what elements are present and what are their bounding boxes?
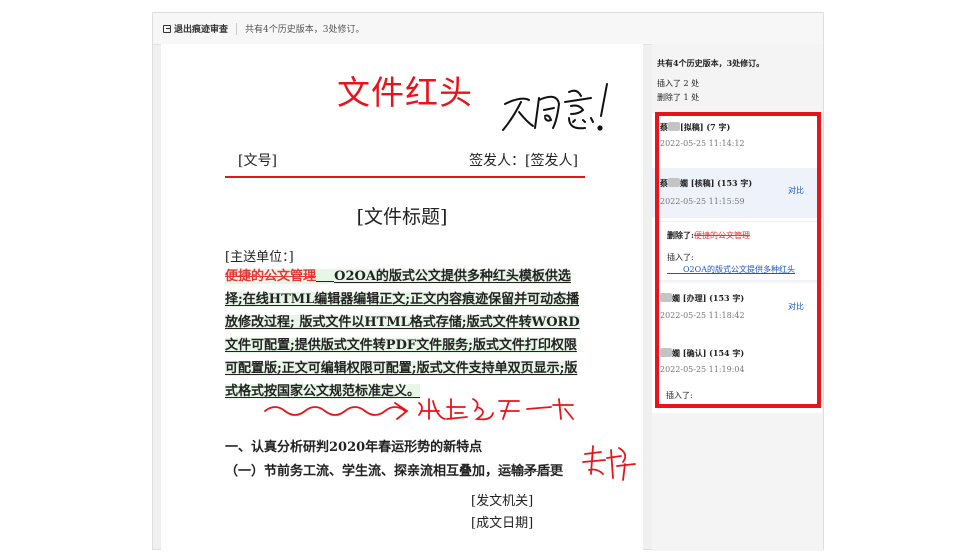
version-item[interactable]: 嫺 [确认] (154 字) 2022-05-25 11:19:04 插入了:	[652, 338, 822, 413]
signer: 签发人：[签发人]	[469, 153, 578, 169]
heading-2-struck-text: 运输矛盾更	[498, 464, 564, 479]
diff-deleted-text: 便捷的公文管理	[693, 231, 750, 240]
document-title: [文件标题]	[356, 206, 448, 228]
exit-review-button[interactable]: 退出痕迹审查	[153, 22, 228, 35]
diff-deleted-label: 删除了:	[667, 230, 694, 240]
doc-number: [文号]	[238, 153, 277, 169]
exit-icon	[163, 24, 171, 33]
version-time: 2022-05-25 11:15:59	[660, 197, 745, 206]
handwritten-disagree-annotation	[502, 83, 608, 131]
document-meta-row: [文号] 签发人：[签发人]	[238, 150, 578, 170]
version-label: 嫺 [确认] (154 字)	[672, 348, 745, 358]
recipient: [主送单位：]	[225, 250, 294, 265]
toolbar-divider	[236, 22, 238, 35]
version-author: 蔡	[660, 122, 668, 132]
last-inserted-label: 插入了:	[666, 391, 693, 400]
sidebar-summary: 共有4个历史版本，3处修订。	[657, 58, 765, 68]
document-body: 便捷的公文管理 O2OA的版式公文提供多种红头模板供选择;在线HTML编辑器编辑…	[225, 265, 585, 403]
version-label: [拟稿] (7 字)	[680, 122, 731, 132]
inserted-count: 插入了 2 处	[657, 79, 700, 88]
version-title: 蔡 嫺 [核稿] (153 字)	[660, 178, 752, 189]
revision-review-window: 退出痕迹审查 共有4个历史版本，3处修订。 文件红头 [文号] 签发人：[签发人…	[152, 12, 824, 551]
deleted-count: 删除了 1 处	[657, 93, 700, 102]
heading-1: 一、认真分析研判2020年春运形势的新特点	[225, 440, 483, 455]
version-title: 蔡 [拟稿] (7 字)	[660, 122, 730, 133]
inserted-gap	[316, 269, 335, 284]
version-time: 2022-05-25 11:19:04	[660, 365, 745, 374]
version-label: 嫺 [核稿] (153 字)	[680, 178, 753, 188]
toolbar-summary: 共有4个历史版本，3处修订。	[245, 25, 365, 35]
version-list: 蔡 [拟稿] (7 字) 2022-05-25 11:14:12 蔡嫺 [核稿] …	[652, 113, 822, 413]
exit-review-label: 退出痕迹审查	[174, 25, 229, 35]
deleted-text: 便捷的公文管理	[225, 269, 317, 284]
document-red-head: 文件红头	[337, 73, 473, 112]
inserted-text: O2OA的版式公文提供多种红头模板供选择;在线HTML编辑器编辑正文;正文内容痕…	[225, 269, 580, 399]
version-label: 嫺 [办理] (153 字)	[672, 293, 745, 303]
red-divider-line	[225, 176, 585, 178]
heading-2-text: （一）节前务工流、学生流、探亲流相互叠加，	[225, 464, 499, 479]
blurred-name	[668, 122, 680, 131]
version-title: 嫺 [办理] (153 字)	[660, 293, 744, 304]
document-date: [成文日期]	[471, 516, 534, 531]
issuing-organ: [发文机关]	[471, 494, 534, 509]
toolbar: 退出痕迹审查 共有4个历史版本，3处修订。	[153, 13, 823, 45]
version-author: 蔡	[660, 178, 668, 188]
revision-sidebar: 共有4个历史版本，3处修订。 插入了 2 处 删除了 1 处 蔡 [拟稿] (7 …	[652, 44, 823, 551]
version-time: 2022-05-25 11:18:42	[660, 311, 745, 320]
compare-link[interactable]: 对比	[788, 301, 804, 312]
version-item-selected[interactable]: 蔡 嫺 [核稿] (153 字) 2022-05-25 11:15:59 对比	[652, 168, 822, 218]
blurred-name	[668, 178, 680, 187]
document-page: 文件红头 [文号] 签发人：[签发人] [文件标题] [主送单位：] 便捷的公文…	[161, 44, 643, 551]
diff-deleted: 删除了:便捷的公文管理	[667, 230, 750, 241]
diff-panel: 删除了:便捷的公文管理 插入了: ____O2OA的版式公文提供多种红头	[656, 221, 818, 281]
blurred-name	[660, 348, 672, 357]
diff-inserted-label: 插入了:	[667, 253, 694, 262]
compare-link[interactable]: 对比	[788, 185, 804, 196]
blurred-name	[660, 293, 672, 302]
version-time: 2022-05-25 11:14:12	[660, 139, 745, 148]
version-item[interactable]: 嫺 [办理] (153 字) 2022-05-25 11:18:42 对比	[652, 283, 822, 333]
version-title: 嫺 [确认] (154 字)	[660, 348, 744, 359]
handwritten-extra-line-annotation	[264, 398, 574, 421]
heading-2: （一）节前务工流、学生流、探亲流相互叠加，运输矛盾更	[225, 460, 563, 479]
diff-inserted-text[interactable]: ____O2OA的版式公文提供多种红头	[667, 264, 795, 275]
handwritten-remove-annotation	[582, 445, 636, 481]
version-item[interactable]: 蔡 [拟稿] (7 字) 2022-05-25 11:14:12	[652, 113, 822, 173]
